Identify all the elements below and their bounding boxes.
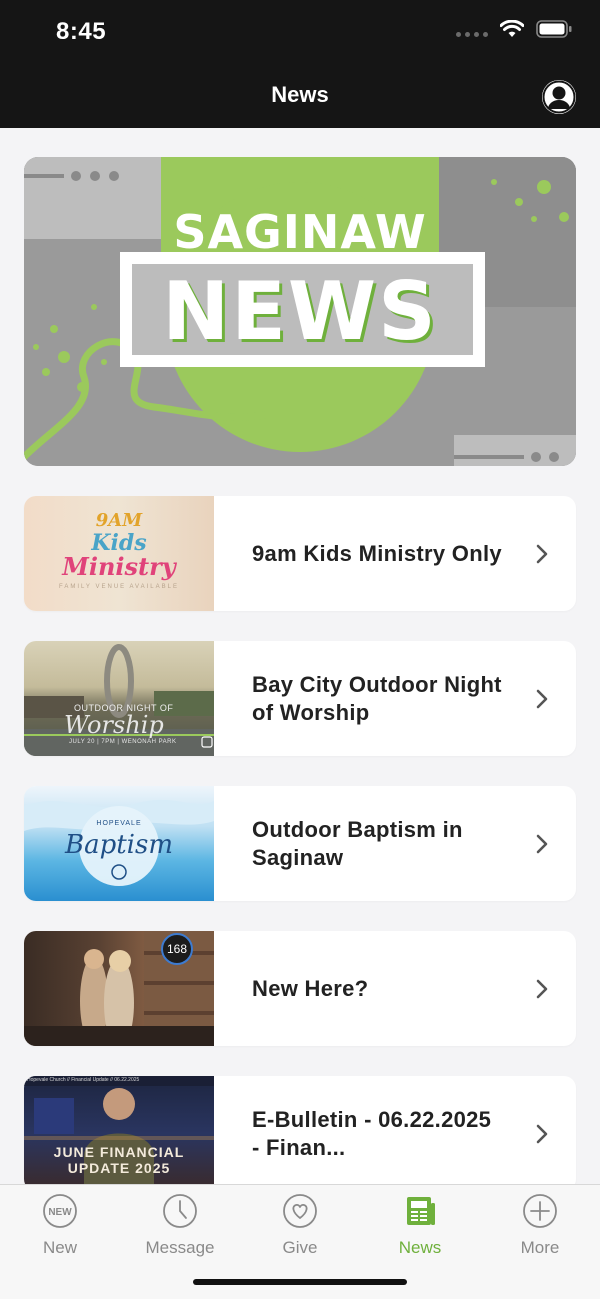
tab-label: Message [145,1238,215,1257]
thumb-baptism-line2: Baptism [64,830,173,860]
thumbnail-baptism: HOPEVALE Baptism [24,786,214,901]
profile-button[interactable] [542,80,576,114]
news-item-outdoor-worship[interactable]: OUTDOOR NIGHT OF Worship JULY 20 | 7PM |… [24,641,576,756]
thumbnail-kids-ministry: 9AM Kids Ministry FAMILY VENUE AVAILABLE [24,496,214,611]
tab-label: Give [282,1238,318,1257]
news-item-title: Outdoor Baptism in Saginaw [252,816,463,870]
tab-news[interactable]: News [360,1193,480,1258]
news-item-kids-ministry[interactable]: 9AM Kids Ministry FAMILY VENUE AVAILABLE… [24,496,576,611]
news-item-title: Bay City Outdoor Night of Worship [252,671,502,725]
chevron-right-icon [536,544,548,563]
thumb-bulletin-top: Hopevale Church // Financial Update // 0… [27,1077,140,1083]
signal-icon [456,21,488,37]
home-indicator[interactable] [193,1279,407,1285]
thumb-outdoor-sub: JULY 20 | 7PM | WENONAH PARK [69,739,177,745]
plus-icon [523,1194,557,1228]
tab-message[interactable]: Message [120,1193,240,1258]
hero-title-news: NEWS [162,265,438,358]
hero-title-saginaw: SAGINAW [173,205,427,259]
new-icon-text: NEW [48,1207,72,1218]
wifi-icon [500,20,524,37]
tab-more[interactable]: More [480,1193,600,1258]
status-time: 8:45 [56,18,107,45]
news-item-new-here[interactable]: 168 New Here? [24,931,576,1046]
news-item-title: 9am Kids Ministry Only [252,540,502,566]
thumb-baptism-line1: HOPEVALE [96,820,142,827]
news-item-outdoor-baptism[interactable]: HOPEVALE Baptism Outdoor Baptism in Sagi… [24,786,576,901]
thumb-kids-line1: 9AM [95,510,143,531]
thumb-bulletin-line2: UPDATE 2025 [67,1160,171,1176]
thumbnail-bulletin: Hopevale Church // Financial Update // 0… [24,1076,214,1191]
heart-icon [283,1194,317,1228]
thumb-kids-sub: FAMILY VENUE AVAILABLE [59,584,179,590]
news-item-title: E-Bulletin - 06.22.2025 - Finan... [252,1106,492,1160]
thumbnail-new-here: 168 [24,931,214,1046]
thumbnail-outdoor-worship: OUTDOOR NIGHT OF Worship JULY 20 | 7PM |… [24,641,214,756]
status-icons [456,20,572,38]
tab-label: New [42,1238,77,1257]
chevron-right-icon [536,1124,548,1143]
chevron-right-icon [536,834,548,853]
thumb-kids-line3: Ministry [62,552,176,581]
top-bar: 8:45 News [0,0,600,128]
news-item-e-bulletin[interactable]: Hopevale Church // Financial Update // 0… [24,1076,576,1191]
news-item-title: New Here? [252,975,369,1001]
page-title: News [271,82,329,107]
hero-banner[interactable]: SAGINAW NEWS [24,157,576,466]
thumb-outdoor-line2: Worship [64,711,164,739]
battery-icon [536,20,572,38]
chevron-right-icon [536,689,548,708]
tab-label: More [520,1238,560,1257]
new-badge-icon: NEW [43,1194,77,1228]
newspaper-icon [407,1197,435,1225]
tab-label: News [398,1238,442,1257]
profile-icon [542,80,576,114]
chevron-right-icon [536,979,548,998]
tab-new[interactable]: NEW New [0,1193,120,1258]
clock-icon [163,1194,197,1228]
tab-give[interactable]: Give [240,1193,360,1258]
thumb-bulletin-line1: JUNE FINANCIAL [53,1144,185,1160]
thumb-newhere-badge: 168 [166,942,188,956]
